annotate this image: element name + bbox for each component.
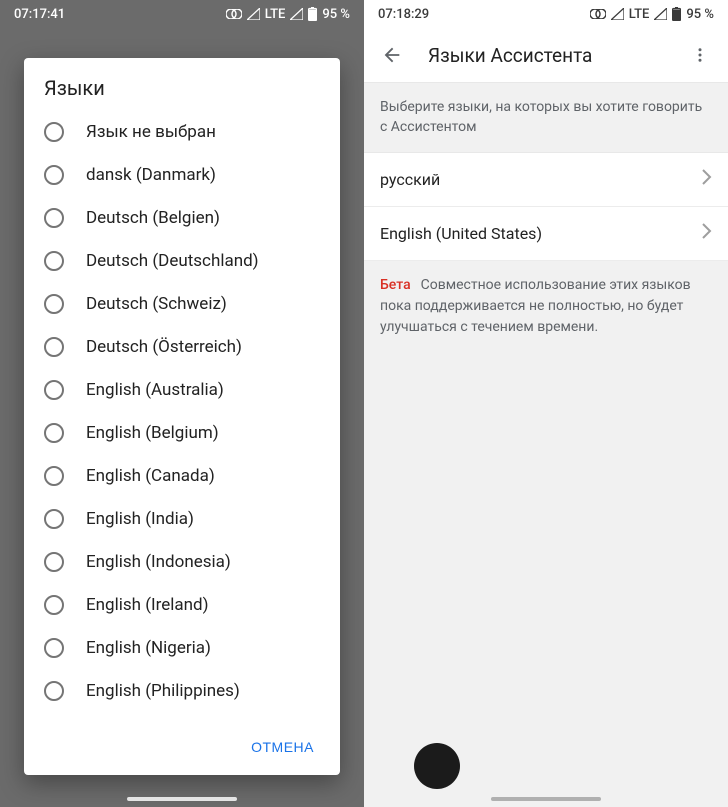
chevron-right-icon <box>702 223 712 243</box>
option-label: English (Indonesia) <box>86 552 231 572</box>
more-vert-icon <box>691 46 709 64</box>
radio-icon <box>44 294 64 314</box>
language-dialog: Языки Язык не выбран dansk (Danmark) Deu… <box>24 58 340 775</box>
option-label: English (Australia) <box>86 380 224 400</box>
language-option[interactable]: Deutsch (Deutschland) <box>30 239 334 282</box>
radio-icon <box>44 595 64 615</box>
language-options-list[interactable]: Язык не выбран dansk (Danmark) Deutsch (… <box>24 110 340 721</box>
assistant-fab[interactable] <box>414 743 460 789</box>
status-icons: LTE 95 % <box>590 7 714 22</box>
option-label: Deutsch (Deutschland) <box>86 251 259 271</box>
option-label: English (Nigeria) <box>86 638 211 658</box>
language-option[interactable]: English (Australia) <box>30 368 334 411</box>
page-title: Языки Ассистента <box>428 44 664 67</box>
status-lte: LTE <box>629 7 650 22</box>
home-indicator[interactable] <box>491 797 601 801</box>
radio-icon <box>44 423 64 443</box>
radio-icon <box>44 380 64 400</box>
section-description: Выберите языки, на которых вы хотите гов… <box>364 82 728 153</box>
option-label: Deutsch (Österreich) <box>86 337 242 357</box>
app-bar: Языки Ассистента <box>364 28 728 82</box>
option-label: Язык не выбран <box>86 122 216 142</box>
language-option[interactable]: Язык не выбран <box>30 110 334 153</box>
arrow-back-icon <box>381 44 403 66</box>
option-label: Deutsch (Belgien) <box>86 208 220 228</box>
signal-empty-icon <box>290 8 303 20</box>
radio-icon <box>44 251 64 271</box>
option-label: dansk (Danmark) <box>86 165 216 185</box>
option-label: English (Belgium) <box>86 423 219 443</box>
battery-icon <box>308 7 317 21</box>
language-option[interactable]: Deutsch (Schweiz) <box>30 282 334 325</box>
language-option[interactable]: English (Ireland) <box>30 583 334 626</box>
status-time: 07:18:29 <box>378 7 429 22</box>
dialog-actions: ОТМЕНА <box>24 721 340 775</box>
radio-icon <box>44 681 64 701</box>
radio-icon <box>44 165 64 185</box>
language-option[interactable]: English (Indonesia) <box>30 540 334 583</box>
dialog-title: Языки <box>24 58 340 110</box>
home-indicator[interactable] <box>127 797 237 801</box>
status-bar: 07:18:29 LTE 95 % <box>364 0 728 28</box>
status-bar: 07:17:41 LTE 95 % <box>0 0 364 28</box>
radio-icon <box>44 208 64 228</box>
language-option[interactable]: English (India) <box>30 497 334 540</box>
status-battery: 95 % <box>686 7 714 22</box>
screen-assistant-languages: 07:18:29 LTE 95 % Языки Ассистента <box>364 0 728 807</box>
status-lte: LTE <box>265 7 286 22</box>
language-slot-2[interactable]: English (United States) <box>364 207 728 261</box>
screen-language-dialog: 07:17:41 LTE 95 % Языки Язык не выбран d… <box>0 0 364 807</box>
radio-icon <box>44 638 64 658</box>
language-option[interactable]: dansk (Danmark) <box>30 153 334 196</box>
overflow-menu-button[interactable] <box>682 37 718 73</box>
language-option[interactable]: English (Singapore) <box>30 712 334 721</box>
beta-badge: Бета <box>380 277 411 293</box>
option-label: English (Ireland) <box>86 595 209 615</box>
beta-note: БетаСовместное использование этих языков… <box>364 261 728 807</box>
back-button[interactable] <box>374 37 410 73</box>
status-battery: 95 % <box>322 7 350 22</box>
vpn-icon <box>226 9 242 19</box>
vpn-icon <box>590 9 606 19</box>
language-option[interactable]: Deutsch (Belgien) <box>30 196 334 239</box>
radio-icon <box>44 552 64 572</box>
option-label: Deutsch (Schweiz) <box>86 294 227 314</box>
radio-icon <box>44 509 64 529</box>
language-option[interactable]: English (Nigeria) <box>30 626 334 669</box>
language-option[interactable]: English (Canada) <box>30 454 334 497</box>
status-time: 07:17:41 <box>14 7 65 22</box>
status-icons: LTE 95 % <box>226 7 350 22</box>
language-option[interactable]: English (Philippines) <box>30 669 334 712</box>
option-label: English (India) <box>86 509 194 529</box>
language-option[interactable]: English (Belgium) <box>30 411 334 454</box>
radio-icon <box>44 466 64 486</box>
cancel-button[interactable]: ОТМЕНА <box>243 733 322 761</box>
radio-icon <box>44 337 64 357</box>
battery-icon <box>672 7 681 21</box>
signal-empty-icon <box>247 8 260 20</box>
language-option[interactable]: Deutsch (Österreich) <box>30 325 334 368</box>
option-label: English (Canada) <box>86 466 215 486</box>
signal-empty-icon <box>654 8 667 20</box>
chevron-right-icon <box>702 169 712 189</box>
language-label: русский <box>380 170 440 189</box>
beta-text: Совместное использование этих языков пок… <box>380 277 691 335</box>
language-label: English (United States) <box>380 224 542 243</box>
signal-empty-icon <box>611 8 624 20</box>
radio-icon <box>44 122 64 142</box>
option-label: English (Philippines) <box>86 681 240 701</box>
language-slot-1[interactable]: русский <box>364 153 728 207</box>
